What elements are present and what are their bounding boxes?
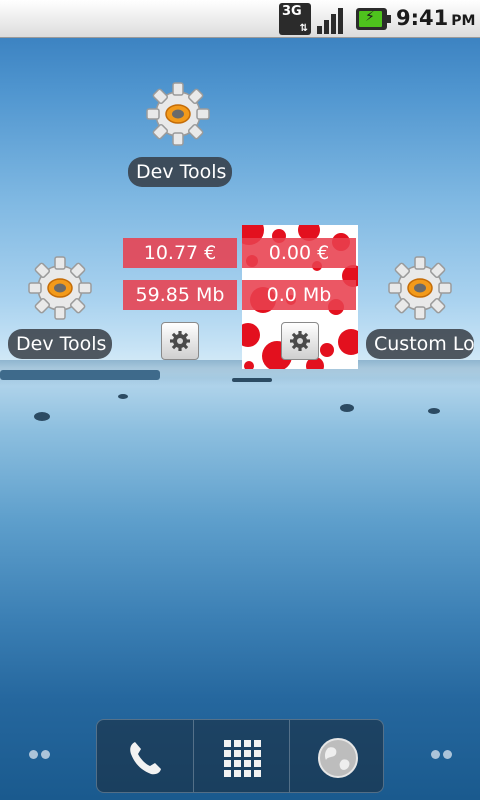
gear-icon	[384, 252, 456, 324]
clock-ampm: PM	[451, 13, 476, 29]
app-launcher-button[interactable]	[193, 720, 289, 792]
widget-settings-button-right[interactable]	[281, 322, 319, 360]
shortcut-custom-locale[interactable]: Custom Lo	[366, 252, 476, 362]
cost-value-left: 10.77 €	[123, 238, 237, 268]
island	[34, 412, 50, 421]
gear-icon	[142, 78, 214, 150]
shortcut-label: Dev Tools	[8, 329, 112, 359]
island	[232, 378, 272, 382]
shortcut-label: Custom Lo	[366, 329, 474, 359]
status-bar: 3G ⇅ ⚡ 9:41 PM	[0, 0, 480, 38]
island	[118, 394, 128, 399]
cost-value-right: 0.00 €	[242, 238, 356, 268]
app-grid-icon	[224, 740, 261, 777]
shortcut-dev-tools-left[interactable]: Dev Tools	[8, 252, 112, 362]
dock	[96, 719, 384, 793]
settings-gear-icon	[170, 331, 190, 351]
shortcut-label: Dev Tools	[128, 157, 232, 187]
data-value-left: 59.85 Mb	[123, 280, 237, 310]
globe-icon	[318, 738, 358, 778]
widget-settings-button-left[interactable]	[161, 322, 199, 360]
network-3g-icon: 3G ⇅	[279, 3, 311, 35]
island	[340, 404, 354, 412]
battery-icon: ⚡	[356, 8, 391, 30]
clock-time: 9:41	[396, 6, 449, 30]
signal-strength-icon	[317, 4, 349, 34]
island	[428, 408, 440, 414]
settings-gear-icon	[290, 331, 310, 351]
page-indicator-right[interactable]	[431, 750, 455, 760]
clock: 9:41 PM	[396, 6, 475, 30]
phone-button[interactable]	[97, 720, 193, 792]
page-indicator-left[interactable]	[29, 750, 53, 760]
island	[0, 370, 160, 380]
gear-icon	[24, 252, 96, 324]
shortcut-dev-tools-top[interactable]: Dev Tools	[128, 78, 232, 188]
data-value-right: 0.0 Mb	[242, 280, 356, 310]
phone-icon	[130, 742, 161, 775]
browser-button[interactable]	[289, 720, 385, 792]
